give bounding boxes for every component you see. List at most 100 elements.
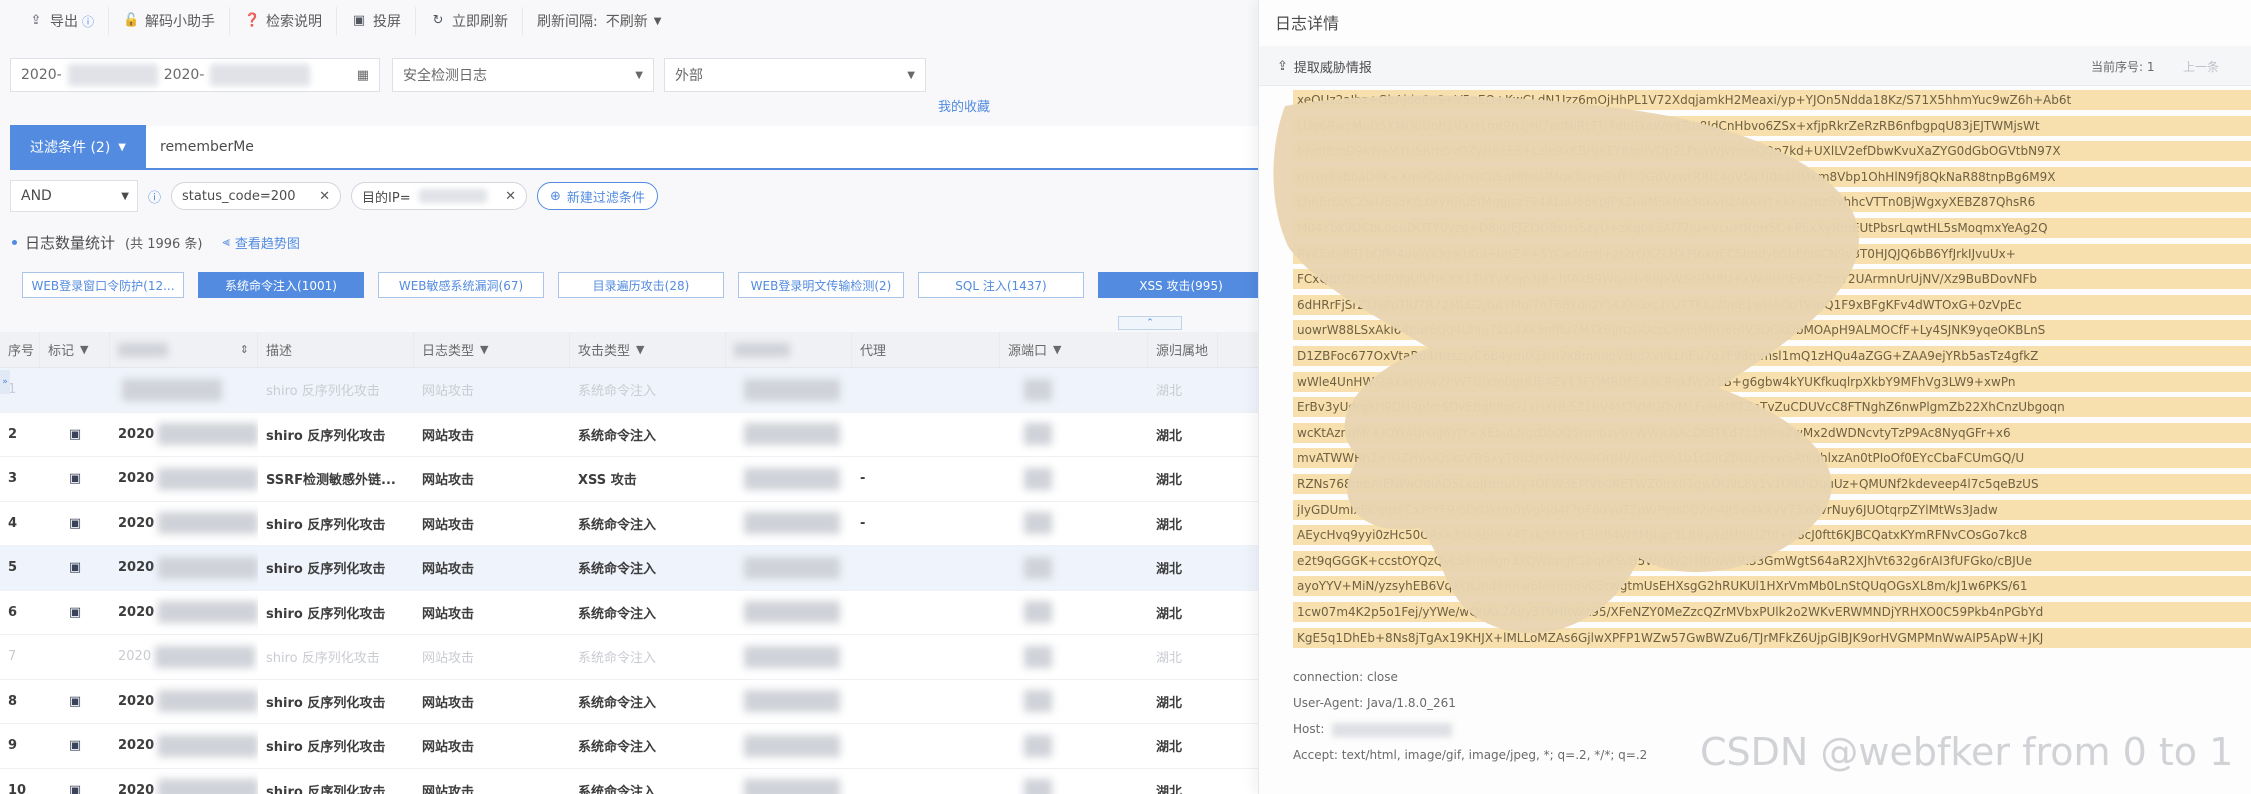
table-row[interactable]: 8 ▣ 2020 shiro 反序列化攻击 网站攻击 系统命令注入 湖北 <box>0 680 1258 724</box>
mark-icon[interactable]: ▣ <box>69 605 81 620</box>
prev-record-button[interactable]: 上一条 <box>2183 58 2219 75</box>
table-row[interactable]: 5 ▣ 2020 shiro 反序列化攻击 网站攻击 系统命令注入 湖北 <box>0 546 1258 591</box>
cell-desc: shiro 反序列化攻击 <box>266 740 386 756</box>
cell-attack: XSS 攻击 <box>578 473 637 489</box>
cell-region: 湖北 <box>1156 562 1183 578</box>
screen-cast-button[interactable]: ▣ 投屏 <box>337 7 417 35</box>
table-row[interactable]: 7 2020 shiro 反序列化攻击 网站攻击 系统命令注入 湖北 <box>0 635 1258 680</box>
favorites-link[interactable]: 我的收藏 <box>938 96 990 115</box>
mark-icon[interactable]: ▣ <box>69 783 81 794</box>
mark-icon[interactable]: ▣ <box>69 560 81 575</box>
mark-icon[interactable]: ▣ <box>69 738 81 753</box>
table-row[interactable]: 3 ▣ 2020 SSRF检测敏感外链... 网站攻击 XSS 攻击 - 湖北 <box>0 457 1258 502</box>
filter-icon[interactable]: ▼ <box>480 343 488 356</box>
col-header-region[interactable]: 源归属地 <box>1148 332 1218 367</box>
attack-type-tag[interactable]: XSS 攻击(995) <box>1098 272 1264 298</box>
condition-row: AND ▼ ⓘ status_code=200 ✕ 目的IP= ✕ ⊕ 新建过滤… <box>10 180 658 212</box>
mark-icon[interactable]: ▣ <box>69 516 81 531</box>
cell-port <box>1000 457 1148 501</box>
cell-region: 湖北 <box>1156 651 1183 667</box>
refresh-interval-dropdown[interactable]: 刷新间隔: 不刷新 ▼ <box>523 7 675 35</box>
cell-region: 湖北 <box>1156 606 1183 622</box>
table-row[interactable]: 2 ▣ 2020 shiro 反序列化攻击 网站攻击 系统命令注入 湖北 <box>0 413 1258 457</box>
close-icon[interactable]: ✕ <box>319 189 330 204</box>
decode-helper-button[interactable]: 🔓 解码小助手 <box>109 7 231 35</box>
cookie-line: KgE5q1DhEb+8Ns8jTgAx19KHJX+lMLLoMZAs6Gjl… <box>1293 627 2251 648</box>
cell-mark: ▣ <box>40 413 110 457</box>
cookie-line: uowrW88LSxAkl64pur6Qg4Uhuj72Q4Xk3nfRu7MT… <box>1293 320 2251 341</box>
caret-down-icon: ▼ <box>907 69 915 81</box>
cell-proxy <box>852 724 1000 768</box>
table-row[interactable]: 1 shiro 反序列化攻击 网站攻击 系统命令注入 湖北 <box>0 368 1258 413</box>
attack-type-tag[interactable]: WEB登录窗口令防护(12... <box>22 272 184 298</box>
redacted-ip <box>418 189 487 203</box>
redacted-port <box>1024 779 1052 794</box>
cell-mark: ▣ <box>40 502 110 546</box>
table-row[interactable]: 9 ▣ 2020 shiro 反序列化攻击 网站攻击 系统命令注入 湖北 <box>0 724 1258 769</box>
cell-desc: shiro 反序列化攻击 <box>266 562 386 578</box>
cell-logtype: 网站攻击 <box>422 651 475 667</box>
mark-icon[interactable]: ▣ <box>69 694 81 709</box>
filter-icon[interactable]: ▼ <box>80 343 88 356</box>
col-header-logtype[interactable]: 日志类型 ▼ <box>414 332 570 367</box>
cell-time: 2020 <box>110 457 258 501</box>
redacted-ip <box>744 601 840 624</box>
cell-attack: 系统命令注入 <box>578 384 657 400</box>
cell-index: 5 <box>8 560 18 576</box>
filter-icon[interactable]: ▼ <box>636 343 644 356</box>
date-range-picker[interactable]: 2020- 2020- ▦ <box>10 58 380 92</box>
cell-desc: shiro 反序列化攻击 <box>266 517 386 533</box>
redacted-time <box>155 645 256 668</box>
toolbar: ⇪ 导出 ⓘ 🔓 解码小助手 ❓ 检索说明 ▣ 投屏 ↻ 立即刷新 刷新间隔: <box>0 0 1258 42</box>
mark-icon[interactable]: ▣ <box>69 427 81 442</box>
table-row[interactable]: 4 ▣ 2020 shiro 反序列化攻击 网站攻击 系统命令注入 - 湖北 <box>0 502 1258 546</box>
log-count-stats: 日志数量统计 (共 1996 条) ⫷ 查看趋势图 <box>12 232 300 253</box>
attack-type-tag[interactable]: WEB登录明文传输检测(2) <box>738 272 904 298</box>
logic-operator-select[interactable]: AND ▼ <box>10 180 138 212</box>
redacted-time <box>122 378 222 401</box>
table-row[interactable]: 10 ▣ 2020 shiro 反序列化攻击 网站攻击 系统命令注入 湖北 <box>0 769 1258 794</box>
export-button[interactable]: ⇪ 导出 ⓘ <box>14 7 110 35</box>
col-header-port[interactable]: 源端口 ▼ <box>1000 332 1148 367</box>
col-header-index[interactable]: 序号 <box>0 332 40 367</box>
cell-time: 2020 <box>110 635 258 679</box>
cell-time: 2020 <box>110 724 258 768</box>
cell-port <box>1000 591 1148 635</box>
col-header-time[interactable]: ⇕ <box>110 332 258 367</box>
filter-conditions-button[interactable]: 过滤条件 (2) ▼ <box>10 125 146 169</box>
col-header-mark[interactable]: 标记 ▼ <box>40 332 110 367</box>
redacted-port <box>1024 734 1052 757</box>
col-header-proxy[interactable]: 代理 <box>852 332 1000 367</box>
close-icon[interactable]: ✕ <box>505 189 516 204</box>
cell-desc: shiro 反序列化攻击 <box>266 651 380 667</box>
scroll-up-button[interactable]: ⌃ <box>1118 316 1182 330</box>
query-input[interactable]: rememberMe <box>146 139 254 155</box>
add-condition-button[interactable]: ⊕ 新建过滤条件 <box>537 182 658 210</box>
redacted-port <box>1024 690 1052 713</box>
direction-select[interactable]: 外部 ▼ <box>664 58 926 92</box>
attack-type-tag[interactable]: WEB敏感系统漏洞(67) <box>378 272 544 298</box>
trend-chart-link[interactable]: ⫷ 查看趋势图 <box>223 233 300 252</box>
attack-type-tags: WEB登录窗口令防护(12... 系统命令注入(1001) WEB敏感系统漏洞(67… <box>22 272 1264 298</box>
cell-proxy <box>852 635 1000 679</box>
filter-icon[interactable]: ▼ <box>1053 343 1061 356</box>
search-help-button[interactable]: ❓ 检索说明 <box>230 7 338 35</box>
mark-icon[interactable]: ▣ <box>69 471 81 486</box>
expand-handle[interactable]: » <box>0 370 10 394</box>
condition-chip[interactable]: 目的IP= ✕ <box>351 182 528 210</box>
attack-type-tag[interactable]: 系统命令注入(1001) <box>198 272 364 298</box>
info-icon[interactable]: ⓘ <box>82 13 94 30</box>
condition-chip[interactable]: status_code=200 ✕ <box>171 182 342 210</box>
extract-threat-intel-button[interactable]: ⇪ 提取威胁情报 <box>1277 57 1372 76</box>
col-header-desc[interactable]: 描述 <box>258 332 414 367</box>
sort-icon[interactable]: ⇕ <box>240 343 249 356</box>
refresh-now-button[interactable]: ↻ 立即刷新 <box>416 7 524 35</box>
table-row[interactable]: 6 ▣ 2020 shiro 反序列化攻击 网站攻击 系统命令注入 湖北 <box>0 591 1258 635</box>
attack-type-tag[interactable]: 目录遍历攻击(28) <box>558 272 724 298</box>
col-header-attack[interactable]: 攻击类型 ▼ <box>570 332 726 367</box>
info-icon[interactable]: ⓘ <box>148 187 161 206</box>
redacted-port <box>1024 512 1052 535</box>
col-header-ip[interactable] <box>726 332 852 367</box>
attack-type-tag[interactable]: SQL 注入(1437) <box>918 272 1084 298</box>
log-source-select[interactable]: 安全检测日志 ▼ <box>392 58 654 92</box>
